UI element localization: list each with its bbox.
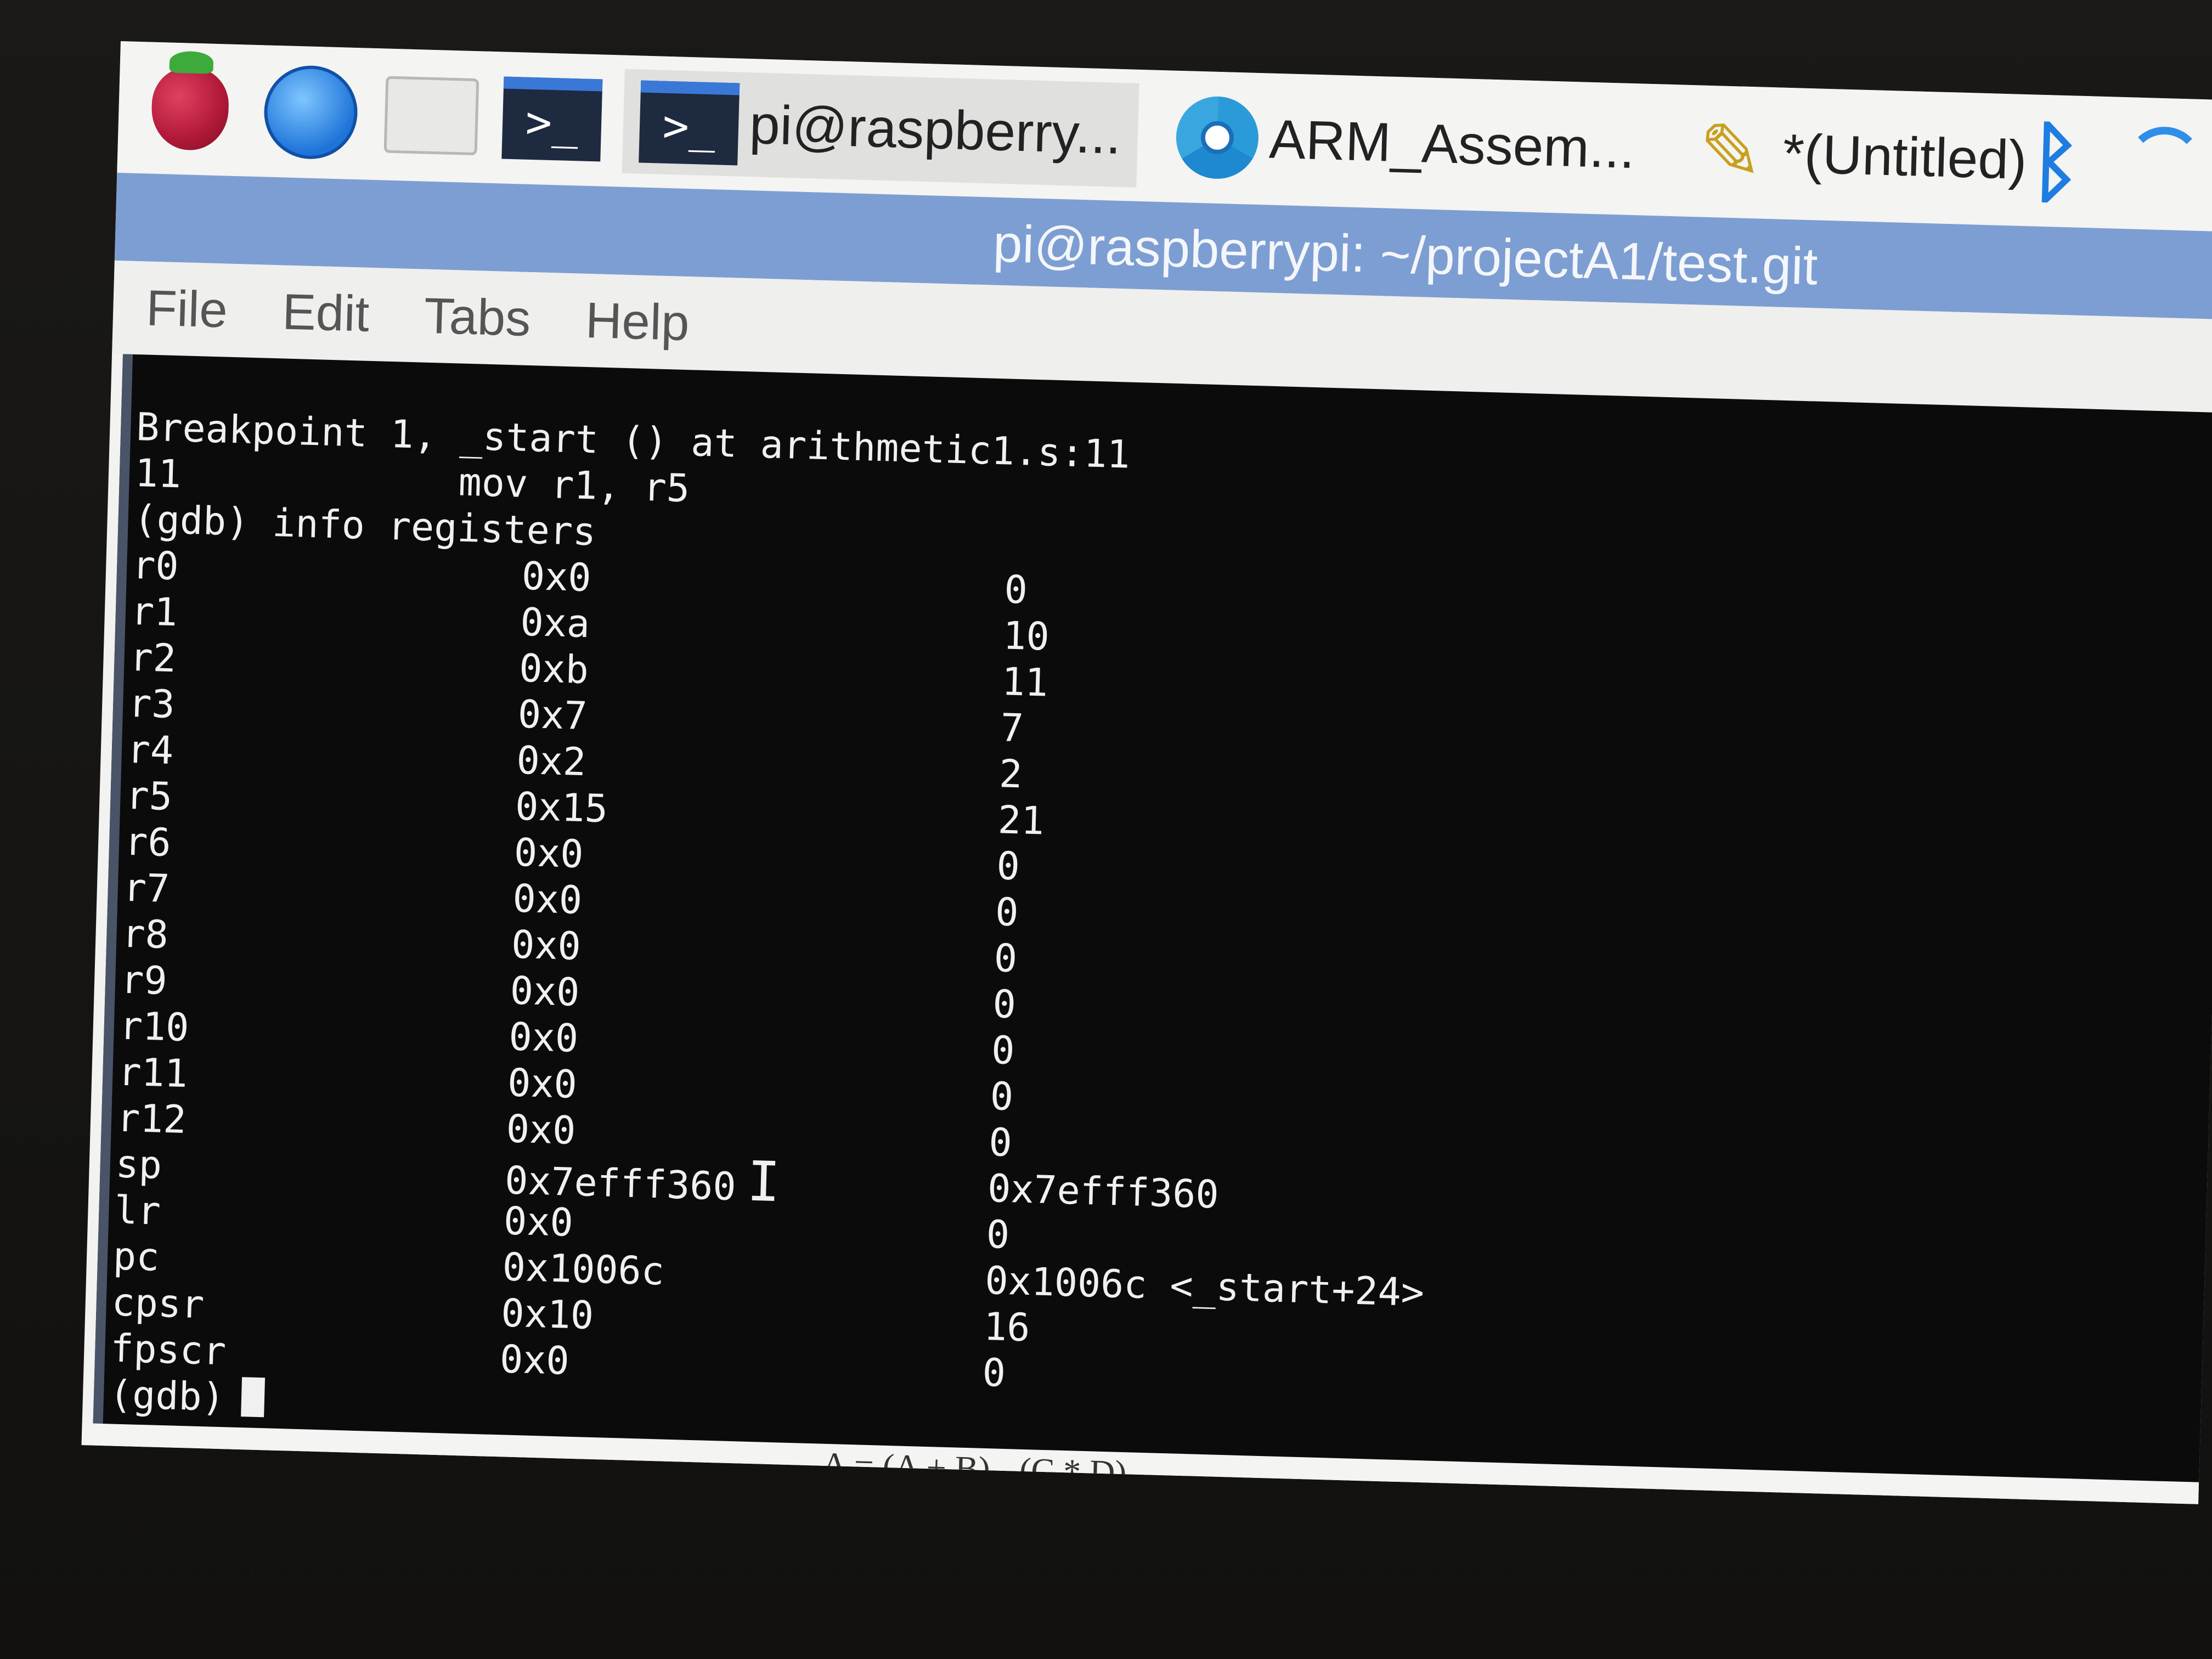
terminal-launcher[interactable]: >_	[501, 69, 603, 170]
taskbar-item-terminal[interactable]: >_ pi@raspberry...	[622, 69, 1139, 188]
taskbar-item-label: ARM_Assem...	[1268, 108, 1636, 180]
register-value: 0x7efff360	[987, 1165, 1220, 1217]
register-value: 0	[985, 1211, 1011, 1258]
register-value: 7	[1000, 705, 1024, 751]
register-value: 0	[991, 1028, 1015, 1074]
terminal-icon: >_	[501, 76, 603, 162]
register-value: 2	[998, 751, 1023, 797]
photo-background: >_ >_ pi@raspberry... ARM_Assem... ✎ *(U…	[0, 0, 2212, 1659]
raspberry-icon	[150, 66, 230, 151]
gdb-prompt: (gdb)	[108, 1372, 225, 1420]
taskbar-item-label: *(Untitled)	[1782, 122, 2028, 191]
raspberry-menu-button[interactable]	[139, 58, 241, 160]
register-value: 21	[997, 797, 1045, 844]
register-value: 0	[995, 889, 1019, 935]
register-value: 10	[1002, 613, 1050, 659]
register-value: 11	[1001, 659, 1049, 706]
bluetooth-icon[interactable]: ᛒ	[2028, 111, 2084, 213]
terminal-output[interactable]: Breakpoint 1, _start () at arithmetic1.s…	[93, 354, 2212, 1488]
taskbar-item-label: pi@raspberry...	[748, 93, 1122, 166]
globe-icon	[263, 64, 359, 161]
monitor-display: >_ >_ pi@raspberry... ARM_Assem... ✎ *(U…	[81, 41, 2212, 1504]
terminal-cursor	[240, 1377, 265, 1418]
text-editor-icon: ✎	[1697, 108, 1764, 196]
file-manager-launcher[interactable]	[381, 65, 482, 166]
web-browser-launcher[interactable]	[260, 61, 362, 163]
window-title: pi@raspberrypi: ~/projectA1/test.git	[992, 214, 1819, 296]
register-value: 0	[993, 935, 1018, 981]
menu-help[interactable]: Help	[585, 291, 690, 352]
folder-icon	[383, 76, 479, 156]
register-value: 0	[989, 1074, 1014, 1120]
menu-edit[interactable]: Edit	[281, 283, 370, 343]
chromium-icon	[1175, 95, 1260, 180]
register-value: 0	[992, 981, 1017, 1028]
taskbar-item-text-editor[interactable]: ✎ *(Untitled)	[1672, 98, 2045, 213]
register-value: 16	[983, 1304, 1031, 1351]
system-tray: ᛒ	[2028, 111, 2204, 217]
menu-file[interactable]: File	[145, 279, 228, 339]
terminal-icon: >_	[639, 80, 740, 166]
background-window-text: A = (A + B) - (C * D)	[821, 1444, 1127, 1493]
register-value: 0	[988, 1119, 1013, 1166]
register-value: 0	[1003, 567, 1029, 613]
register-value: 0	[981, 1350, 1007, 1396]
wifi-icon[interactable]	[2125, 126, 2204, 205]
register-value: 0	[996, 843, 1020, 889]
taskbar-item-chromium[interactable]: ARM_Assem...	[1158, 84, 1653, 202]
menu-tabs[interactable]: Tabs	[424, 287, 532, 347]
